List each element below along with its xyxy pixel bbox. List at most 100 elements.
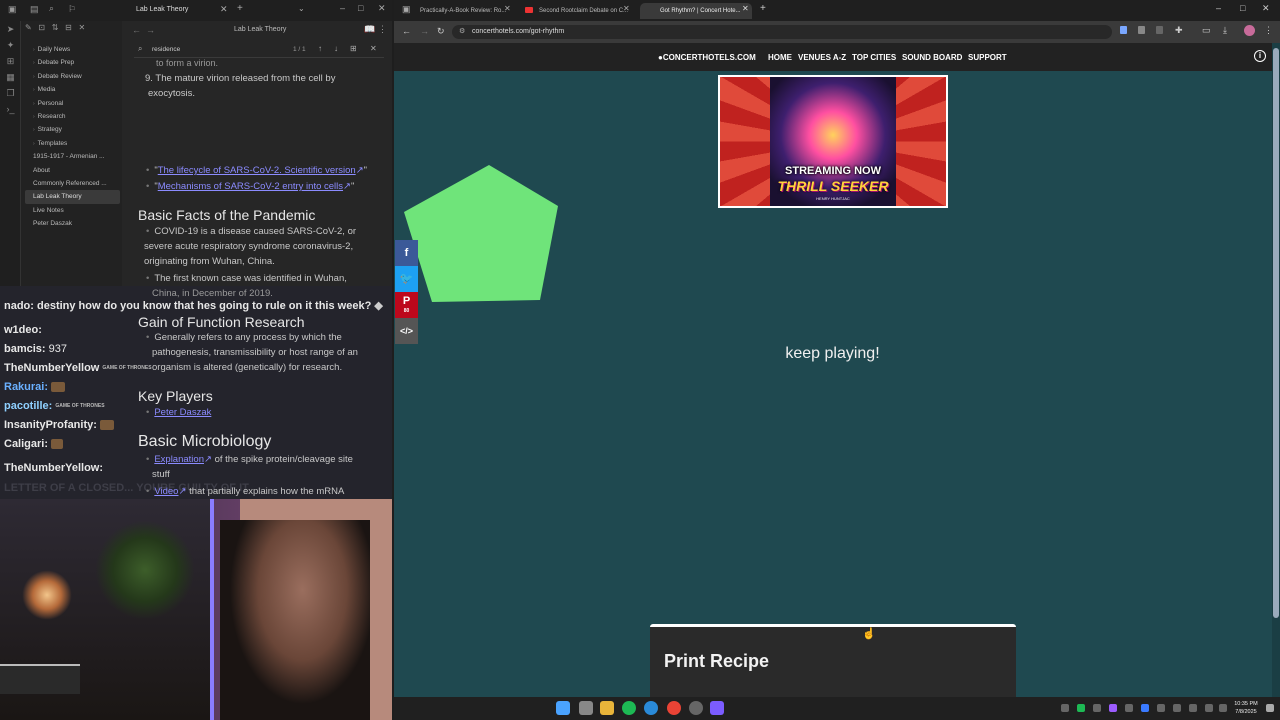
menu-icon[interactable]: ⋮ [1264,25,1273,36]
file-explorer-icon[interactable] [600,701,614,715]
extension-icon[interactable] [1138,26,1145,34]
close-tab-icon[interactable]: ✕ [623,4,630,13]
battery-icon[interactable] [1219,704,1227,712]
copy-icon[interactable]: ❐ [0,85,21,101]
tray-icon[interactable] [1141,704,1149,712]
obsidian-tab-label[interactable]: Lab Leak Theory [136,6,188,13]
maximize-icon[interactable]: □ [358,3,363,13]
tray-icon[interactable] [1061,704,1069,712]
close-window-icon[interactable]: ✕ [1262,3,1270,14]
info-icon[interactable]: i [1254,50,1266,62]
file-item[interactable]: 1915-1917 - Armenian ... [25,150,120,163]
find-input[interactable]: residence [152,46,180,53]
notification-icon[interactable] [1266,704,1274,712]
nav-support[interactable]: SUPPORT [968,53,1007,62]
close-window-icon[interactable]: ✕ [378,3,386,14]
collapse-icon[interactable]: ⊟ [65,23,72,32]
new-tab-icon[interactable]: + [760,3,766,14]
browser-tab[interactable]: Second Rootclaim Debate on C... [519,3,637,19]
address-bar[interactable]: ⚙ concerthotels.com/got-rhythm [452,25,1112,39]
close-icon[interactable]: ✕ [79,23,86,32]
file-item[interactable]: Peter Daszak [25,217,120,230]
close-tab-icon[interactable]: ✕ [504,4,511,13]
file-item[interactable]: Live Notes [25,204,120,217]
spotify-icon[interactable] [622,701,636,715]
browser-tab[interactable]: Practically-A-Book Review: Ro... [400,3,518,19]
minimize-icon[interactable]: – [1216,3,1221,13]
folder-item[interactable]: › Media [25,83,120,96]
chevron-down-icon[interactable]: ⌄ [298,4,305,13]
back-arrow-icon[interactable]: ← [132,25,141,35]
new-tab-icon[interactable]: + [237,3,243,14]
search-icon[interactable]: ⌕ [49,3,54,14]
tray-icon[interactable] [1157,704,1165,712]
bookmark-icon[interactable]: ⚐ [68,4,76,15]
facebook-icon[interactable]: f [395,240,418,266]
new-folder-icon[interactable]: ⊡ [38,23,45,32]
start-windows-icon[interactable] [556,701,570,715]
video-link[interactable]: Video [154,486,178,497]
twitter-icon[interactable]: 🐦 [395,266,418,292]
extension-icon[interactable] [1120,26,1127,34]
close-tab-icon[interactable]: ✕ [742,4,749,13]
terminal-icon[interactable]: ›_ [0,101,21,117]
site-info-icon[interactable]: ⚙ [459,25,465,39]
new-note-icon[interactable]: ✎ [25,23,32,32]
mechanisms-link[interactable]: Mechanisms of SARS-CoV-2 entry into cell… [158,181,343,192]
embed-code-icon[interactable]: </> [395,318,418,344]
find-close-icon[interactable]: ✕ [370,44,377,53]
obs-icon[interactable] [689,701,703,715]
file-item-active[interactable]: Lab Leak Theory [25,190,120,204]
system-clock[interactable]: 10:35 PM 7/8/2025 [1230,700,1262,716]
tray-icon[interactable] [1125,704,1133,712]
game-pentagon[interactable] [402,162,562,307]
lifecycle-link[interactable]: The lifecycle of SARS-CoV-2. Scientific … [158,165,356,176]
find-prev-icon[interactable]: ↑ [318,44,322,53]
nav-top-cities[interactable]: TOP CITIES [852,53,896,62]
find-next-icon[interactable]: ↓ [334,44,338,53]
folder-item[interactable]: › Research [25,110,120,123]
tray-icon[interactable] [1093,704,1101,712]
file-item[interactable]: About [25,164,120,177]
find-replace-icon[interactable]: ⊞ [350,44,357,53]
nav-venues[interactable]: VENUES A-Z [798,53,846,62]
calendar-icon[interactable]: ▦ [0,69,21,85]
task-view-icon[interactable] [579,701,593,715]
back-icon[interactable]: ← [402,26,411,36]
chrome-icon[interactable] [667,701,681,715]
profile-avatar[interactable] [1244,25,1255,36]
extension-icon[interactable] [1156,26,1163,34]
maximize-icon[interactable]: □ [1240,3,1245,13]
obsidian-app-icon[interactable] [710,701,724,715]
scrollbar-thumb[interactable] [1273,48,1279,618]
file-item[interactable]: Commonly Referenced ... [25,177,120,190]
edge-icon[interactable] [644,701,658,715]
tray-icon[interactable] [1109,704,1117,712]
nav-sound-board[interactable]: SOUND BOARD [902,53,962,62]
folder-item[interactable]: › Debate Prep [25,56,120,69]
sort-icon[interactable]: ⇅ [52,23,59,32]
folder-item[interactable]: › Templates [25,137,120,150]
explanation-link[interactable]: Explanation [154,454,204,465]
sidebar-toggle-icon[interactable]: ▣ [8,4,17,15]
minimize-icon[interactable]: – [340,3,345,13]
peter-daszak-link[interactable]: Peter Daszak [154,407,211,418]
canvas-icon[interactable]: ⊞ [0,53,21,69]
extensions-puzzle-icon[interactable]: ✚ [1175,25,1183,36]
site-logo[interactable]: ●CONCERTHOTELS.COM [658,53,756,62]
nav-home[interactable]: HOME [768,53,792,62]
folder-item[interactable]: › Strategy [25,123,120,136]
folder-item[interactable]: › Daily News [25,43,120,56]
send-icon[interactable]: ➤ [0,21,21,37]
reading-view-icon[interactable]: 📖 [364,24,375,35]
download-icon[interactable]: ⤓ [1223,25,1227,36]
folder-item[interactable]: › Personal [25,97,120,110]
files-icon[interactable]: ▤ [30,4,39,15]
forward-arrow-icon[interactable]: → [146,25,155,35]
folder-item[interactable]: › Debate Review [25,70,120,83]
graph-icon[interactable]: ✦ [0,37,21,53]
close-tab-icon[interactable]: ✕ [220,4,228,15]
forward-icon[interactable]: → [420,26,429,36]
browser-tab-active[interactable]: Got Rhythm? | Concert Hote... [640,3,752,19]
pentagon-shape[interactable] [404,165,558,302]
